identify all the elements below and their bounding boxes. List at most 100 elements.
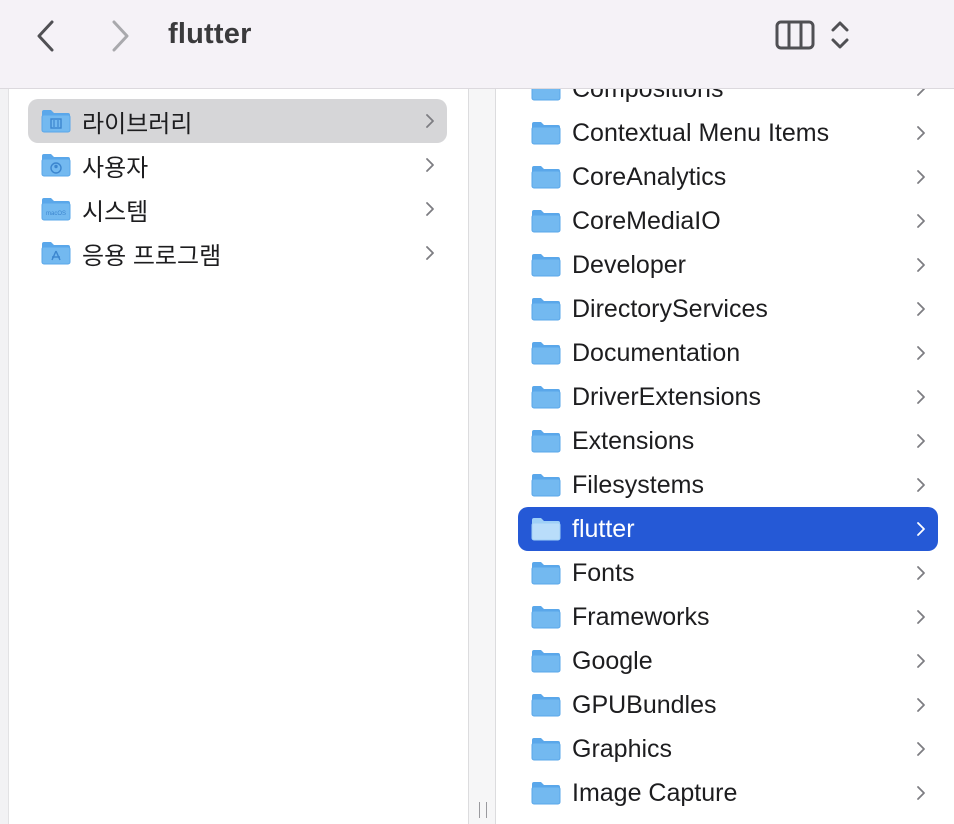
chevron-right-icon <box>917 610 925 624</box>
folder-icon <box>531 562 561 585</box>
chevron-right-icon <box>917 346 925 360</box>
chevron-right-icon <box>917 522 925 536</box>
chevron-right-icon <box>917 434 925 448</box>
folder-icon <box>531 342 561 365</box>
column-view-icon <box>775 20 815 50</box>
chevron-right-icon <box>917 302 925 316</box>
folder-name: DriverExtensions <box>572 382 761 411</box>
folder-name: Filesystems <box>572 470 704 499</box>
folder-row[interactable]: GPUBundles <box>518 683 938 727</box>
folder-name: Contextual Menu Items <box>572 118 830 147</box>
chevron-right-icon <box>917 742 925 756</box>
folder-icon <box>531 89 561 101</box>
folder-row[interactable]: Extensions <box>518 419 938 463</box>
folder-row[interactable]: Compositions <box>518 89 938 111</box>
folder-row[interactable]: Graphics <box>518 727 938 771</box>
folder-icon <box>531 386 561 409</box>
view-options-button[interactable] <box>826 18 854 57</box>
folder-name: GPUBundles <box>572 690 717 719</box>
folder-icon <box>531 518 561 541</box>
folder-name: Extensions <box>572 426 695 455</box>
folder-name: Google <box>572 646 653 675</box>
sidebar-edge <box>0 89 9 824</box>
sidebar-item[interactable]: macOS 시스템 <box>28 187 447 231</box>
chevron-right-icon <box>917 566 925 580</box>
column-2: Compositions Contextual Menu Items CoreAna… <box>497 89 954 824</box>
sidebar-item[interactable]: 라이브러리 <box>28 99 447 143</box>
folder-name: Documentation <box>572 338 741 367</box>
users-folder-icon <box>41 154 71 177</box>
sidebar-item[interactable]: 사용자 <box>28 143 447 187</box>
folder-icon <box>531 782 561 805</box>
folder-row[interactable]: Developer <box>518 243 938 287</box>
item-label: 응용 프로그램 <box>82 242 222 270</box>
chevron-right-icon <box>917 654 925 668</box>
folder-row[interactable]: Frameworks <box>518 595 938 639</box>
folder-row[interactable]: Image Capture <box>518 771 938 815</box>
chevron-right-icon <box>917 786 925 800</box>
folder-icon <box>531 210 561 233</box>
item-label: 시스템 <box>82 198 149 226</box>
column-1: 라이브러리사용자 macOS 시스템응용 프로그램 <box>9 89 468 824</box>
folder-name: Frameworks <box>572 602 710 631</box>
folder-row[interactable]: Fonts <box>518 551 938 595</box>
folder-icon <box>531 694 561 717</box>
folder-row[interactable]: CoreMediaIO <box>518 199 938 243</box>
folder-icon <box>531 166 561 189</box>
folder-icon <box>531 606 561 629</box>
folder-row[interactable]: Documentation <box>518 331 938 375</box>
folder-icon <box>531 254 561 277</box>
item-label: 사용자 <box>82 154 149 182</box>
folder-name: Graphics <box>572 734 673 763</box>
chevron-right-icon <box>426 246 434 260</box>
forward-button[interactable] <box>100 16 140 56</box>
svg-text:macOS: macOS <box>46 211 66 217</box>
chevron-right-icon <box>917 170 925 184</box>
back-button[interactable] <box>26 16 66 56</box>
library-folder-icon <box>41 110 71 133</box>
chevron-right-icon <box>426 202 434 216</box>
folder-name: CoreAnalytics <box>572 162 727 191</box>
chevron-right-icon <box>917 258 925 272</box>
folder-row[interactable]: Google <box>518 639 938 683</box>
applications-folder-icon <box>41 242 71 265</box>
chevron-right-icon <box>917 89 925 96</box>
chevron-right-icon <box>917 478 925 492</box>
column-view-button[interactable] <box>774 18 816 57</box>
folder-name: flutter <box>572 514 635 543</box>
folder-name: Image Capture <box>572 778 738 807</box>
folder-name: DirectoryServices <box>572 294 768 323</box>
item-label: 라이브러리 <box>82 110 193 138</box>
column-resize-handle[interactable] <box>468 89 496 824</box>
sidebar-item[interactable]: 응용 프로그램 <box>28 231 447 275</box>
chevron-right-icon <box>917 390 925 404</box>
chevron-right-icon <box>426 158 434 172</box>
folder-icon <box>531 122 561 145</box>
chevron-left-icon <box>37 20 54 52</box>
folder-row[interactable]: Contextual Menu Items <box>518 111 938 155</box>
folder-row[interactable]: DirectoryServices <box>518 287 938 331</box>
folder-icon <box>531 650 561 673</box>
folder-row[interactable]: DriverExtensions <box>518 375 938 419</box>
folder-name: Compositions <box>572 89 723 104</box>
folder-row[interactable]: flutter <box>518 507 938 551</box>
window-title: flutter <box>168 18 252 50</box>
folder-icon <box>531 474 561 497</box>
folder-icon <box>531 430 561 453</box>
system-folder-icon: macOS <box>41 198 71 221</box>
folder-name: Developer <box>572 250 686 279</box>
folder-icon <box>531 298 561 321</box>
folder-row[interactable]: Filesystems <box>518 463 938 507</box>
folder-icon <box>531 738 561 761</box>
chevron-right-icon <box>917 214 925 228</box>
folder-row[interactable]: CoreAnalytics <box>518 155 938 199</box>
chevron-right-icon <box>917 698 925 712</box>
toolbar: flutter <box>0 0 954 89</box>
chevron-right-icon <box>917 126 925 140</box>
resize-grip-icon <box>479 802 487 818</box>
folder-name: CoreMediaIO <box>572 206 721 235</box>
folder-name: Fonts <box>572 558 635 587</box>
chevron-right-icon <box>426 114 434 128</box>
up-down-chevron-icon <box>831 21 849 49</box>
chevron-right-icon <box>112 20 129 52</box>
